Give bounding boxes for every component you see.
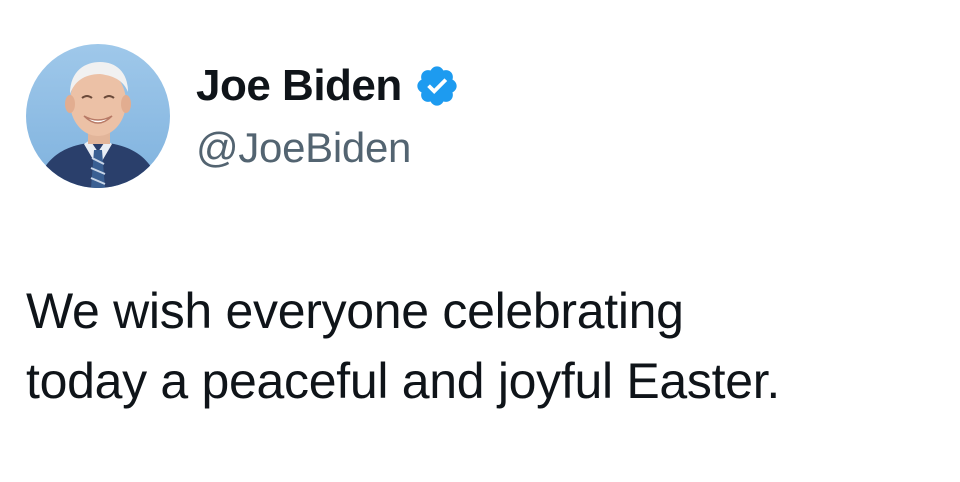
tweet-text-line: today a peaceful and joyful Easter. bbox=[26, 353, 780, 409]
avatar-photo-icon bbox=[26, 44, 170, 188]
author-handle[interactable]: @JoeBiden bbox=[196, 124, 411, 172]
verified-badge-icon[interactable] bbox=[414, 63, 460, 109]
author-avatar[interactable] bbox=[26, 44, 170, 188]
tweet-body: We wish everyone celebrating today a pea… bbox=[26, 276, 926, 416]
tweet-card: Joe Biden @JoeBiden We wish everyone cel… bbox=[0, 0, 960, 482]
tweet-text-line: We wish everyone celebrating bbox=[26, 283, 684, 339]
author-name-row: Joe Biden bbox=[196, 58, 460, 114]
author-display-name[interactable]: Joe Biden bbox=[196, 61, 402, 111]
